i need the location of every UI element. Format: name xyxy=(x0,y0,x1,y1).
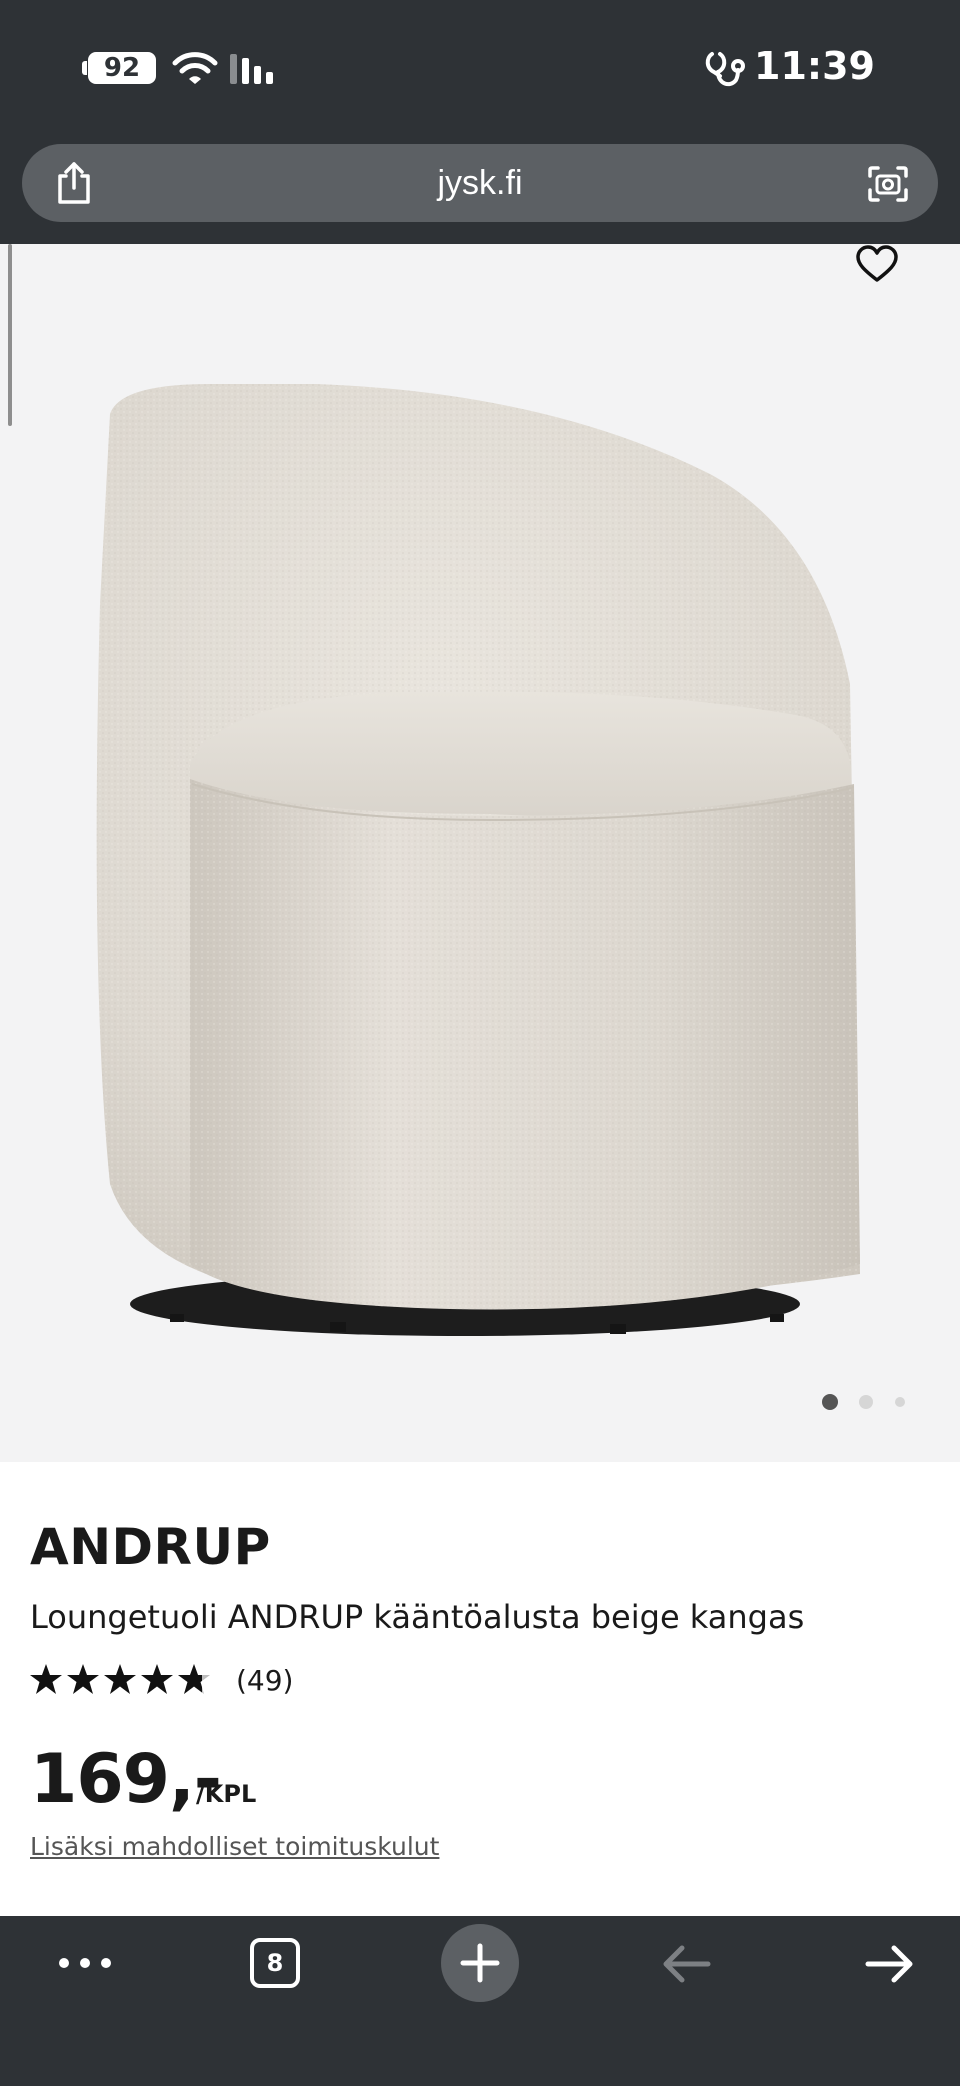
status-bar: 92 11:39 xyxy=(0,0,960,140)
pagination-dot-active[interactable] xyxy=(822,1394,838,1410)
back-arrow-icon[interactable] xyxy=(660,1944,712,1984)
pagination-dot[interactable] xyxy=(895,1397,905,1407)
battery-nub xyxy=(82,61,87,75)
signal-icon xyxy=(230,54,273,84)
price-unit: /KPL xyxy=(196,1780,257,1808)
product-price: 169,- xyxy=(30,1740,222,1819)
scroll-indicator xyxy=(8,244,12,426)
wifi-icon xyxy=(172,52,218,84)
tabs-icon[interactable]: 8 xyxy=(250,1938,300,1988)
camera-lens-icon[interactable] xyxy=(866,164,910,204)
product-image xyxy=(96,384,860,1336)
url-bar: jysk.fi xyxy=(0,140,960,244)
product-name: Loungetuoli ANDRUP kääntöalusta beige ka… xyxy=(30,1598,805,1636)
battery-indicator: 92 xyxy=(88,52,156,84)
new-tab-button[interactable] xyxy=(441,1924,519,2002)
browser-toolbar: 8 xyxy=(0,1916,960,2086)
health-icon xyxy=(705,52,745,87)
heart-icon[interactable] xyxy=(854,244,900,286)
review-count[interactable]: (49) xyxy=(236,1664,293,1697)
plus-icon xyxy=(460,1943,500,1983)
rating-stars[interactable] xyxy=(30,1660,220,1700)
url-text[interactable]: jysk.fi xyxy=(22,164,938,203)
product-brand: ANDRUP xyxy=(30,1518,271,1576)
shipping-costs-link[interactable]: Lisäksi mahdolliset toimituskulut xyxy=(30,1832,439,1861)
forward-arrow-icon[interactable] xyxy=(864,1944,916,1984)
clock: 11:39 xyxy=(754,44,875,88)
product-info: ANDRUP Loungetuoli ANDRUP kääntöalusta b… xyxy=(0,1462,960,1916)
more-icon[interactable] xyxy=(58,1956,112,1970)
product-gallery[interactable] xyxy=(0,244,960,1462)
pagination-dot[interactable] xyxy=(859,1395,873,1409)
address-field[interactable]: jysk.fi xyxy=(22,144,938,222)
